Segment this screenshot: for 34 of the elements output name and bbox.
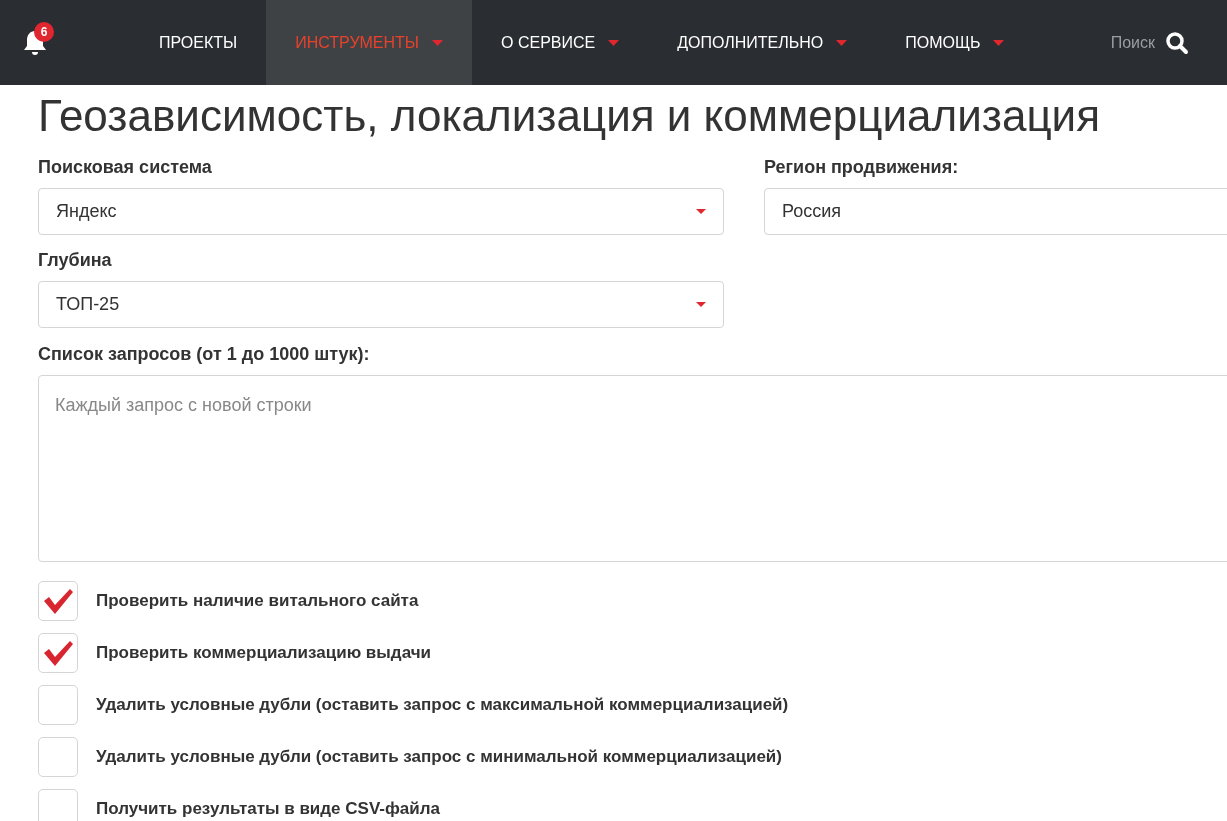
page-title: Геозависимость, локализация и коммерциализация [38, 90, 1101, 142]
check-icon [42, 639, 74, 667]
checkbox-label[interactable]: Проверить наличие витального сайта [96, 588, 419, 614]
checkbox-label[interactable]: Удалить условные дубли (оставить запрос с максимальной коммерциализацией) [96, 692, 789, 718]
field-label: Регион продвижения: [764, 156, 960, 179]
queries-textarea[interactable]: Каждый запрос с новой строки [38, 375, 1227, 562]
caret-icon [696, 209, 706, 214]
check-icon [42, 587, 74, 615]
field-label: Глубина [38, 249, 113, 272]
checkbox[interactable] [38, 685, 78, 725]
select-field[interactable]: Яндекс [38, 188, 724, 235]
caret-icon [432, 39, 444, 46]
checkbox-label[interactable]: Удалить условные дубли (оставить запрос с минимальной коммерциализацией) [96, 744, 782, 770]
select-field[interactable]: ТОП-25 [38, 281, 724, 328]
checkbox[interactable] [38, 633, 78, 673]
checkbox-label[interactable]: Получить результаты в виде CSV-файла [96, 796, 440, 821]
caret-icon [993, 39, 1005, 46]
nav-item[interactable]: ДОПОЛНИТЕЛЬНО [648, 0, 877, 85]
checkbox-label[interactable]: Проверить коммерциализацию выдачи [96, 640, 431, 666]
nav-item[interactable]: ПРОЕКТЫ [130, 0, 267, 85]
search-label[interactable]: Поиск [1110, 30, 1155, 55]
caret-icon [836, 39, 848, 46]
checkbox[interactable] [38, 581, 78, 621]
checkbox[interactable] [38, 737, 78, 777]
search-icon[interactable] [1165, 30, 1189, 55]
select-field[interactable]: Россия [764, 188, 1227, 235]
field-label: Поисковая система [38, 156, 213, 179]
nav-item[interactable]: О СЕРВИСЕ [472, 0, 649, 85]
nav-item[interactable]: ПОМОЩЬ [876, 0, 1034, 85]
notification-badge: 6 [34, 21, 54, 42]
checkbox[interactable] [38, 789, 78, 821]
field-label: Список запросов (от 1 до 1000 штук): [38, 343, 371, 366]
caret-icon [696, 302, 706, 307]
caret-icon [608, 39, 620, 46]
